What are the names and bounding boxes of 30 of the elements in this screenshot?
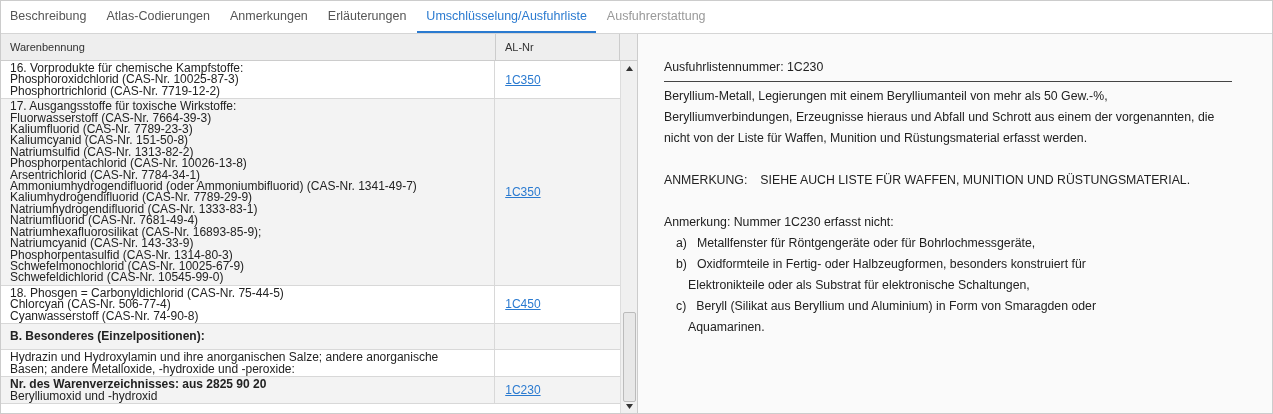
al-number-link[interactable]: 1C450	[505, 295, 541, 314]
list-item-text: Beryll (Silikat aus Beryllium und Aluminium) in Form von Smaragden oder Aquamarinen.	[688, 299, 1097, 334]
table-cell: Hydrazin und Hydroxylamin und ihre anorganischen Salze; andere anorganische Basen; andere Metalloxide, -hydroxide und -peroxide:	[1, 350, 496, 377]
detail-heading: Ausfuhrlistennummer: 1C230	[664, 57, 1232, 82]
scroll-down-icon[interactable]	[625, 404, 633, 409]
table-cell: 17. Ausgangsstoffe für toxische Wirkstoffe: Fluorwasserstoff (CAS-Nr. 7664-39-3) Kaliumfluorid (CAS-Nr. 7789-23-3) Kaliumcyanid (CAS-Nr. 151-50-8) Natriumsulfid (CAS-Nr. 1313-82-2) Phosphorpentachlorid (CAS-Nr. 10026-13-8) Arsentrichlorid (CAS-Nr. 7784-34-1) Ammoniumhydrogendifluorid (oder Ammoniumbifluorid) (CAS-Nr. 1341-49-7) Kaliumhydrogendifluorid (CAS-Nr. 7789-29-9) Natriumhydrogendifluorid (CAS-Nr. 1333-83-1) Natriumfluorid (CAS-Nr. 7681-49-4) Natriumhexafluorosilikat (CAS-Nr. 16893-85-9); Natriumcyanid (CAS-Nr. 143-33-9) Phosphorpentasulfid (CAS-Nr. 1314-80-3) Schwefelmonochlorid (CAS-Nr. 10025-67-9) Schwefeldichlorid (CAS-Nr. 10545-99-0)	[1, 99, 496, 285]
note-lead: Anmerkung: Nummer 1C230 erfasst nicht:	[664, 214, 895, 231]
table-cell: 16. Vorprodukte für chemische Kampfstoffe: Phosphoroxidchlorid (CAS-Nr. 10025-87-3) Phosphortrichlorid (CAS-Nr. 7719-12-2)	[1, 61, 496, 99]
list-item-text: Metallfenster für Röntgengeräte oder für Bohrlochmessgeräte,	[696, 236, 1036, 250]
list-marker: a)	[676, 236, 687, 250]
list-marker: b)	[676, 257, 687, 271]
description-text: Beryllium-Metall, Legierungen mit einem Berylliumanteil von mehr als 50 Gew.-%, Berylliumverbindungen, Erzeugnisse hieraus und Abfall und Schrott aus einem der vorgenannten, die nicht von der Liste für Waffen, Munition und Rüstungsmaterial erfasst werden.	[664, 88, 1216, 147]
tab[interactable]: Erläuterungen	[318, 1, 416, 33]
table-cell: B. Besonderes (Einzelpositionen):	[1, 323, 496, 350]
remark-text: SIEHE AUCH LISTE FÜR WAFFEN, MUNITION UND RÜSTUNGSMATERIAL.	[760, 172, 1191, 189]
list-marker: c)	[676, 299, 687, 313]
remark-label: ANMERKUNG:	[664, 172, 748, 189]
column-header: AL-Nr	[496, 34, 620, 60]
al-number-link[interactable]: 1C230	[505, 381, 541, 400]
scroll-up-icon[interactable]	[625, 66, 633, 71]
scrollbar[interactable]	[620, 61, 637, 413]
tab[interactable]: Anmerkungen	[221, 1, 317, 33]
table-cell: 18. Phosgen = Carbonyldichlorid (CAS-Nr. 75-44-5) Chlorcyan (CAS-Nr. 506-77-4) Cyanwasserstoff (CAS-Nr. 74-90-8)	[1, 285, 496, 323]
table-cell: Nr. des Warenverzeichnisses: aus 2825 90 20 Berylliumoxid und -hydroxid	[1, 377, 496, 403]
scroll-thumb[interactable]	[622, 312, 636, 402]
tab[interactable]: Beschreibung	[1, 1, 96, 33]
column-header: Warenbennung	[1, 34, 496, 60]
al-number-link[interactable]: 1C350	[505, 182, 541, 201]
tab[interactable]: Atlas-Codierungen	[97, 1, 219, 33]
al-number-link[interactable]: 1C350	[505, 70, 541, 89]
